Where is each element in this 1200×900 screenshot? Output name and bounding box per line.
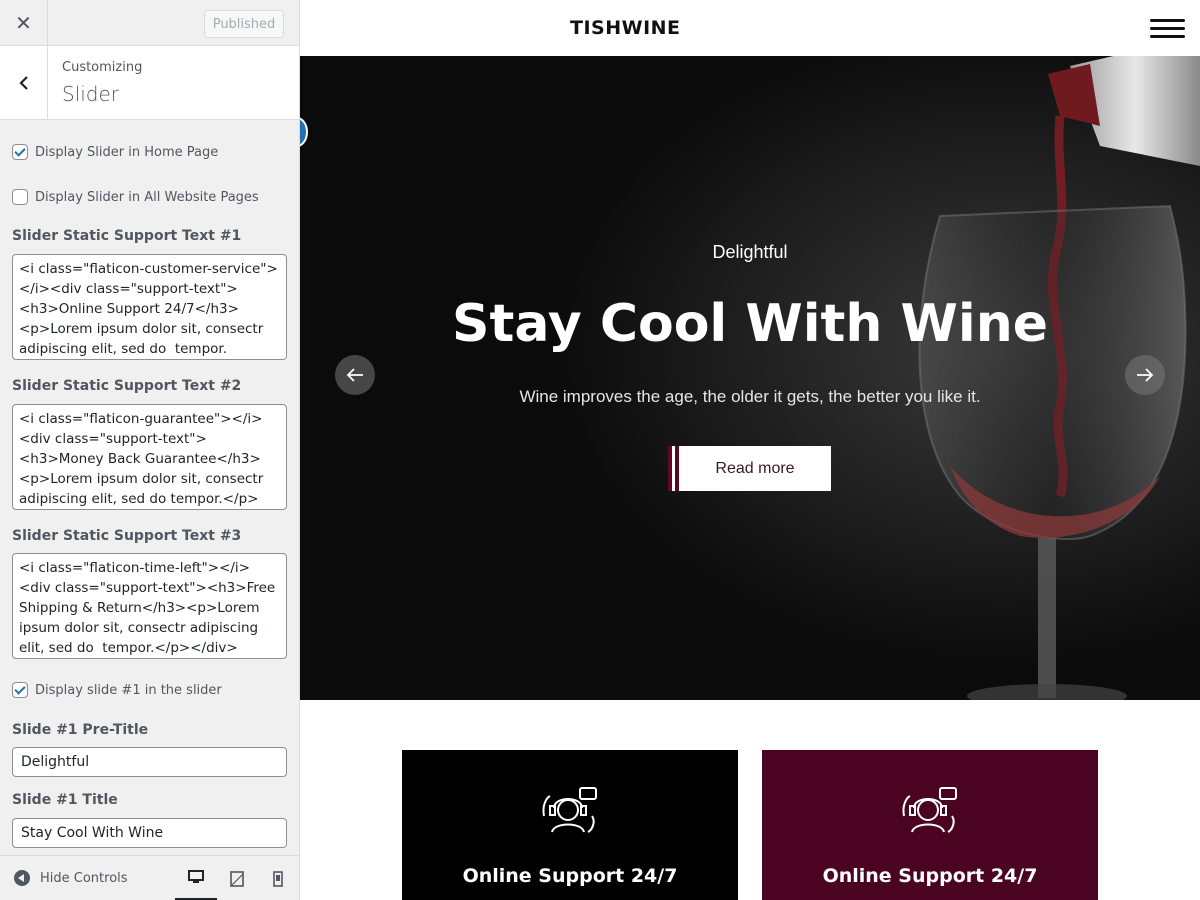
support-text-2-label: Slider Static Support Text #2 (12, 378, 242, 394)
mobile-icon (273, 870, 283, 887)
menu-bar-icon (1150, 27, 1185, 30)
section-title: Slider (62, 82, 120, 106)
hide-controls-label: Hide Controls (40, 870, 128, 886)
display-home-option[interactable]: Display Slider in Home Page (12, 144, 218, 160)
tablet-icon (230, 870, 244, 887)
tablet-preview-button[interactable] (216, 856, 258, 900)
read-more-button[interactable]: Read more (668, 446, 831, 491)
hero-slider: Delightful Stay Cool With Wine Wine impr… (300, 56, 1200, 700)
slide-1-pretitle-input[interactable]: Delightful (12, 747, 287, 777)
support-text-2-field[interactable]: <i class="flaticon-guarantee"></i><div c… (12, 404, 287, 510)
hide-controls-button[interactable]: Hide Controls (14, 870, 128, 886)
slide-pretitle: Delightful (712, 242, 788, 262)
hamburger-menu-button[interactable] (1150, 19, 1185, 39)
menu-bar-icon (1150, 19, 1185, 22)
customizer-footer: Hide Controls (0, 855, 299, 900)
controls-panel: Display Slider in Home Page Display Slid… (0, 120, 299, 855)
support-card: Online Support 24/7 (402, 750, 738, 900)
display-slide-1-option[interactable]: Display slide #1 in the slider (12, 682, 222, 698)
display-home-label: Display Slider in Home Page (35, 144, 219, 160)
close-customizer-button[interactable]: ✕ (0, 0, 48, 46)
support-card: Online Support 24/7 (762, 750, 1098, 900)
desktop-preview-button[interactable] (175, 856, 217, 900)
customizer-sidebar: ✕ Published Customizing Slider Display S… (0, 0, 300, 900)
arrow-left-icon (346, 368, 363, 382)
customer-service-icon (542, 787, 597, 833)
desktop-icon (188, 870, 204, 883)
display-slide-1-checkbox[interactable] (12, 682, 28, 698)
slider-prev-button[interactable] (335, 355, 375, 395)
wine-glass-image (300, 56, 1200, 700)
site-preview: TISHWINE Delightful Stay Cool With Wine … (300, 0, 1200, 900)
back-button[interactable] (0, 46, 48, 119)
slide-1-pretitle-label: Slide #1 Pre-Title (12, 722, 149, 738)
customer-service-icon (902, 787, 957, 833)
customizer-topbar: ✕ Published (0, 0, 299, 46)
card-title: Online Support 24/7 (822, 865, 1038, 887)
slide-1-title-input[interactable]: Stay Cool With Wine (12, 818, 287, 848)
card-title: Online Support 24/7 (462, 865, 678, 887)
support-text-3-field[interactable]: <i class="flaticon-time-left"></i><div c… (12, 553, 287, 659)
breadcrumb: Customizing (62, 60, 143, 75)
publish-button[interactable]: Published (204, 10, 284, 38)
menu-bar-icon (1150, 35, 1185, 38)
chevron-left-icon (18, 75, 28, 90)
site-header: TISHWINE (300, 0, 1200, 56)
slide-subtitle: Wine improves the age, the older it gets… (519, 387, 981, 406)
support-text-1-field[interactable]: <i class="flaticon-customer-service"></i… (12, 254, 287, 360)
display-slide-1-label: Display slide #1 in the slider (35, 682, 222, 698)
display-all-option[interactable]: Display Slider in All Website Pages (12, 189, 259, 205)
slide-1-title-label: Slide #1 Title (12, 792, 118, 808)
support-text-1-label: Slider Static Support Text #1 (12, 228, 242, 244)
section-header: Customizing Slider (0, 46, 299, 120)
display-all-label: Display Slider in All Website Pages (35, 189, 259, 205)
slide-title: Stay Cool With Wine (452, 294, 1048, 354)
support-text-3-label: Slider Static Support Text #3 (12, 528, 242, 544)
arrow-right-icon (1137, 368, 1154, 382)
close-icon: ✕ (15, 11, 32, 35)
site-logo[interactable]: TISHWINE (570, 17, 681, 39)
display-all-checkbox[interactable] (12, 189, 28, 205)
mobile-preview-button[interactable] (257, 856, 299, 900)
display-home-checkbox[interactable] (12, 144, 28, 160)
collapse-icon (14, 870, 30, 886)
slider-next-button[interactable] (1125, 355, 1165, 395)
